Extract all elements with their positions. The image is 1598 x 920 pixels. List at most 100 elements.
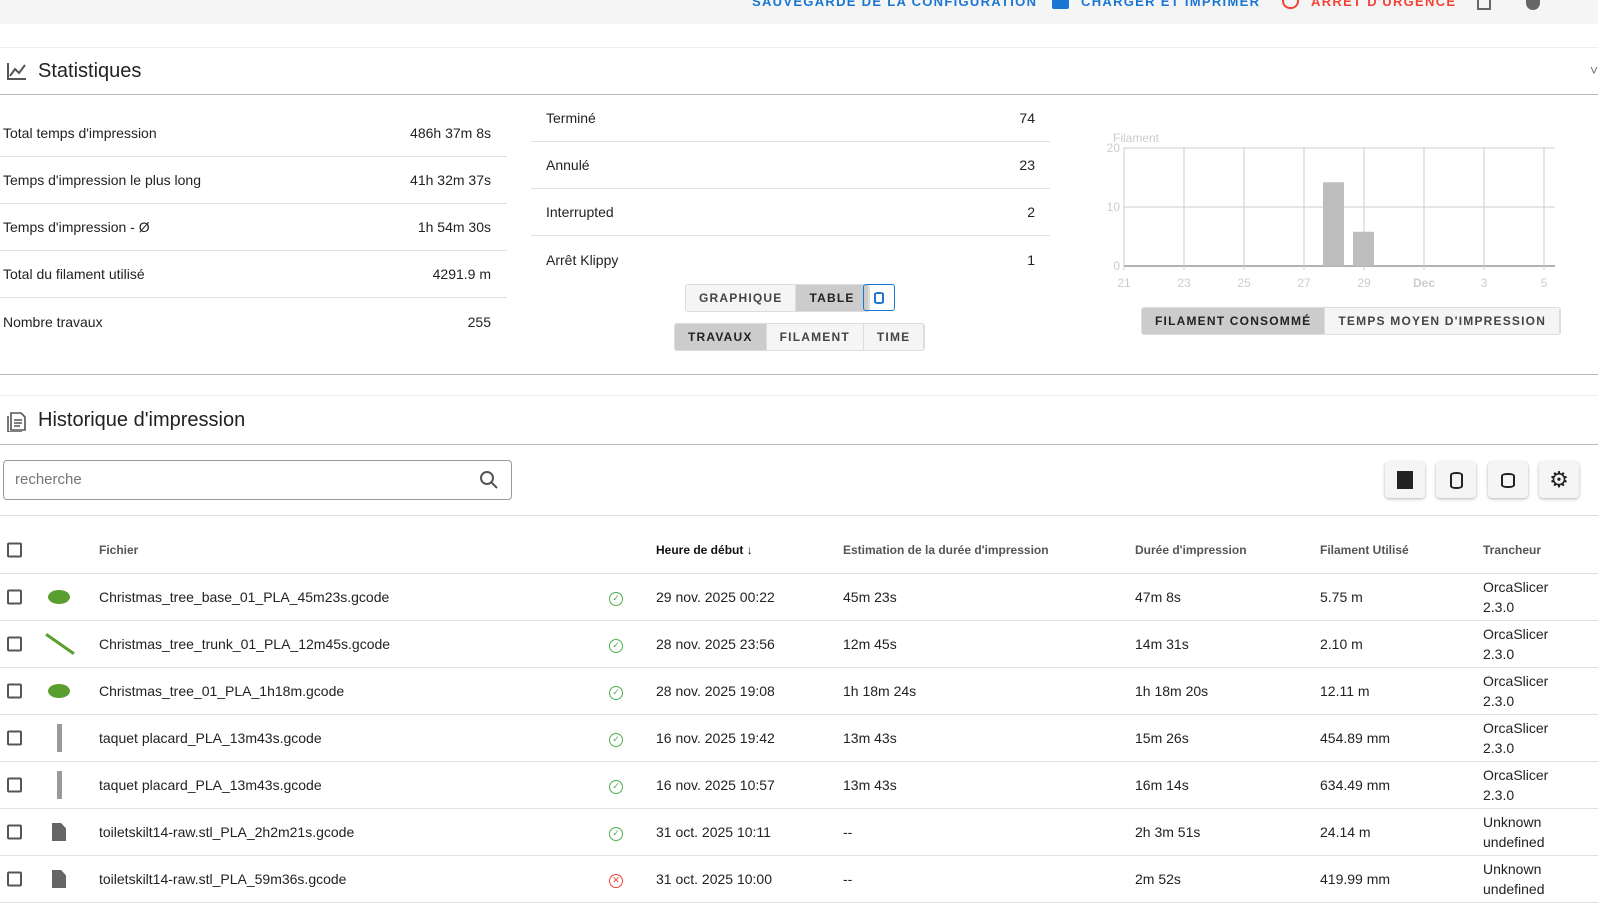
export-stats-button[interactable] (863, 284, 895, 311)
chart-line-icon (7, 63, 26, 80)
stat-value: 486h 37m 8s (410, 125, 491, 141)
view-toggle[interactable]: GRAPHIQUE TABLE (685, 284, 870, 312)
row-checkbox[interactable] (7, 730, 22, 746)
file-name[interactable]: taquet placard_PLA_13m43s.gcode (99, 730, 322, 746)
y-tick-label: 0 (1113, 259, 1120, 273)
file-name[interactable]: Christmas_tree_trunk_01_PLA_12m45s.gcode (99, 636, 390, 652)
chart-toggle[interactable]: FILAMENT CONSOMMÉ TEMPS MOYEN D'IMPRESSI… (1141, 307, 1562, 335)
slicer: Unknown undefined (1483, 814, 1545, 850)
save-config-button[interactable]: SAUVEGARDE DE LA CONFIGURATION (752, 0, 1037, 9)
select-all-checkbox[interactable] (7, 542, 22, 558)
download-db-button[interactable] (1436, 462, 1476, 498)
row-checkbox[interactable] (7, 589, 22, 605)
file-name[interactable]: Christmas_tree_base_01_PLA_45m23s.gcode (99, 589, 389, 605)
export-db-button[interactable] (1488, 462, 1528, 498)
table-row[interactable]: Christmas_tree_trunk_01_PLA_12m45s.gcode… (0, 621, 1598, 668)
filament-used: 419.99 mm (1320, 871, 1391, 887)
file-name[interactable]: toiletskilt14-raw.stl_PLA_59m36s.gcode (99, 871, 346, 887)
duration: 47m 8s (1135, 589, 1181, 605)
col-start[interactable]: Heure de début ↓ (656, 543, 753, 557)
view-graph-button[interactable]: GRAPHIQUE (686, 285, 797, 311)
history-panel-header: Historique d'impression (0, 397, 1598, 445)
upload-icon (1052, 0, 1069, 9)
start-time: 31 oct. 2025 10:00 (656, 871, 772, 887)
row-checkbox[interactable] (7, 683, 22, 699)
stat-row: Arrêt Klippy 1 (531, 236, 1050, 283)
search-field[interactable] (3, 460, 512, 500)
start-time: 31 oct. 2025 10:11 (656, 824, 771, 840)
table-row[interactable]: toiletskilt14-raw.stl_PLA_59m36s.gcode ✕… (0, 856, 1598, 903)
estimate: -- (843, 824, 853, 840)
search-icon[interactable] (479, 470, 499, 490)
col-file[interactable]: Fichier (99, 543, 138, 557)
upload-print-button[interactable]: CHARGER ET IMPRIMER (1052, 0, 1260, 9)
start-time: 16 nov. 2025 10:57 (656, 777, 775, 793)
stat-value: 23 (1019, 157, 1035, 173)
stat-row: Total du filament utilisé 4291.9 m (0, 251, 507, 298)
stats-title: Statistiques (38, 59, 142, 82)
table-row[interactable]: toiletskilt14-raw.stl_PLA_2h2m21s.gcode … (0, 809, 1598, 856)
data-toggle[interactable]: TRAVAUX FILAMENT TIME (674, 323, 926, 351)
estimate: 12m 45s (843, 636, 897, 652)
col-slicer[interactable]: Trancheur (1483, 543, 1541, 557)
slicer: OrcaSlicer 2.3.0 (1483, 626, 1549, 662)
row-checkbox[interactable] (7, 636, 22, 652)
stat-value: 74 (1019, 110, 1035, 126)
file-name[interactable]: taquet placard_PLA_13m43s.gcode (99, 777, 322, 793)
thumbnail-icon (57, 771, 62, 799)
table-row[interactable]: taquet placard_PLA_13m43s.gcode ✓ 16 nov… (0, 715, 1598, 762)
slicer: OrcaSlicer 2.3.0 (1483, 720, 1549, 756)
file-name[interactable]: toiletskilt14-raw.stl_PLA_2h2m21s.gcode (99, 824, 354, 840)
start-time: 28 nov. 2025 23:56 (656, 636, 775, 652)
gear-icon[interactable] (1526, 0, 1540, 10)
col-estimate[interactable]: Estimation de la durée d'impression (843, 543, 1049, 557)
bar (1323, 182, 1344, 266)
add-batch-button[interactable] (1385, 462, 1425, 498)
filament-used: 12.11 m (1320, 683, 1370, 699)
table-row[interactable]: Christmas_tree_base_01_PLA_45m23s.gcode … (0, 574, 1598, 621)
database-export-icon (1501, 472, 1515, 488)
start-time: 16 nov. 2025 19:42 (656, 730, 775, 746)
stat-value: 41h 32m 37s (410, 172, 491, 188)
start-time: 28 nov. 2025 19:08 (656, 683, 775, 699)
arrow-down-icon: ↓ (746, 543, 753, 557)
stat-label: Total du filament utilisé (3, 266, 145, 282)
jobs-button[interactable]: TRAVAUX (675, 324, 767, 350)
stat-value: 2 (1027, 204, 1035, 220)
stat-value: 255 (467, 313, 491, 330)
filament-button[interactable]: FILAMENT (766, 324, 864, 350)
filament-consumed-button[interactable]: FILAMENT CONSOMMÉ (1142, 308, 1326, 334)
x-tick-label: 21 (1117, 276, 1131, 290)
estimate: 1h 18m 24s (843, 683, 917, 699)
time-button[interactable]: TIME (863, 324, 925, 350)
row-checkbox[interactable] (7, 871, 22, 887)
row-checkbox[interactable] (7, 824, 22, 840)
table-row[interactable]: taquet placard_PLA_13m43s.gcode ✓ 16 nov… (0, 762, 1598, 809)
x-tick-label: 27 (1297, 276, 1311, 290)
filament-used: 24.14 m (1320, 824, 1371, 840)
stat-label: Annulé (546, 157, 590, 173)
thumbnail-icon (45, 633, 75, 655)
col-filament[interactable]: Filament Utilisé (1320, 543, 1409, 557)
settings-button[interactable]: ⚙ (1539, 462, 1579, 498)
chevron-icon[interactable]: ˅ (1590, 62, 1598, 78)
stat-label: Arrêt Klippy (546, 251, 619, 268)
emergency-stop-button[interactable]: ARRÊT D'URGENCE (1282, 0, 1456, 9)
stats-panel-header[interactable]: Statistiques ˅ (0, 47, 1598, 95)
avg-print-time-button[interactable]: TEMPS MOYEN D'IMPRESSION (1325, 308, 1561, 334)
thumbnail-icon (48, 684, 70, 698)
search-input[interactable] (15, 471, 455, 488)
thumbnail-icon (48, 590, 70, 604)
file-name[interactable]: Christmas_tree_01_PLA_1h18m.gcode (99, 683, 344, 699)
stat-label: Interrupted (546, 204, 614, 220)
check-circle-icon: ✓ (609, 639, 623, 653)
estimate: -- (843, 871, 853, 887)
check-circle-icon: ✓ (609, 592, 623, 606)
stat-row: Temps d'impression - Ø 1h 54m 30s (0, 204, 507, 251)
table-row[interactable]: Christmas_tree_01_PLA_1h18m.gcode ✓ 28 n… (0, 668, 1598, 715)
view-table-button[interactable]: TABLE (796, 285, 869, 311)
col-duration[interactable]: Durée d'impression (1135, 543, 1247, 557)
bell-icon[interactable] (1477, 0, 1491, 10)
row-checkbox[interactable] (7, 777, 22, 793)
slicer: Unknown undefined (1483, 861, 1545, 897)
